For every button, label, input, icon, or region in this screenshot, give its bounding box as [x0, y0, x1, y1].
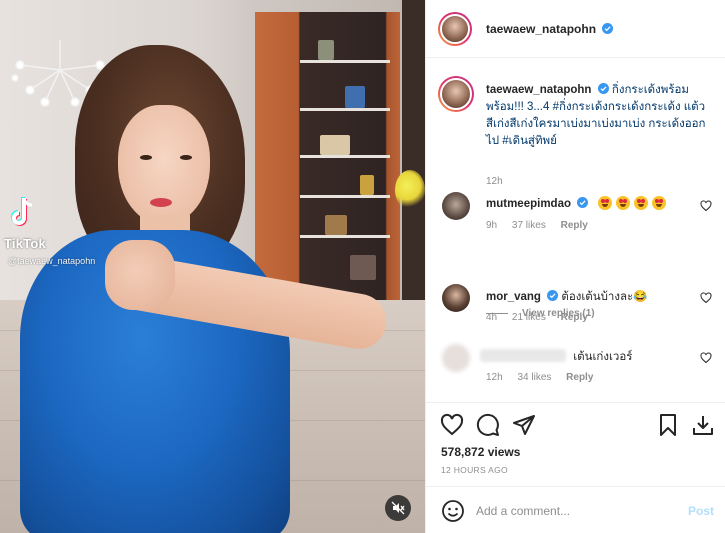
author-username[interactable]: taewaew_natapohn: [486, 22, 614, 36]
commenter-avatar[interactable]: [442, 192, 470, 220]
verified-badge-icon: [577, 197, 589, 208]
shelf-ornament: [345, 86, 365, 108]
comment-text: mor_vang ต้องเต้นบ้างละ😂: [486, 288, 648, 306]
post-header: taewaew_natapohn: [426, 0, 725, 58]
comment-username[interactable]: mor_vang: [486, 291, 541, 303]
cabinet-shelf: [300, 155, 390, 158]
post-button[interactable]: Post: [688, 504, 714, 518]
heart-outline-icon[interactable]: [700, 200, 712, 212]
caption-body: taewaew_natapohn กิ่งกระเด้งพร้อม พร้อม!…: [486, 82, 711, 150]
cabinet-shelf: [300, 60, 390, 63]
comment-likes[interactable]: 34 likes: [517, 372, 551, 383]
comment-text: เต้นเก่งเวอร์: [480, 348, 632, 366]
person-hand: [105, 240, 175, 310]
heart-outline-icon[interactable]: [700, 292, 712, 304]
reply-button[interactable]: Reply: [566, 372, 593, 383]
comment-meta: 12h 34 likes Reply: [486, 372, 605, 383]
verified-badge-icon: [547, 290, 559, 301]
comment-meta: 4h 21 likes Reply: [486, 312, 600, 323]
cabinet-shelf: [300, 108, 390, 111]
yellow-flowers: [395, 170, 425, 210]
comment-time: 9h: [486, 220, 498, 231]
commenter-avatar[interactable]: [442, 284, 470, 312]
comment-time: 4h: [486, 312, 498, 323]
author-avatar[interactable]: [438, 11, 472, 46]
shelf-ornament: [360, 175, 374, 195]
comment-likes[interactable]: 37 likes: [512, 220, 546, 231]
view-count[interactable]: 578,872 views: [441, 445, 520, 459]
comment-item: เต้นเก่งเวอร์ 12h 34 likes Reply: [440, 344, 720, 389]
person-lips: [150, 198, 172, 207]
caption-avatar[interactable]: [438, 76, 474, 112]
post-panel: taewaew_natapohn taewaew_natapohn กิ่งกร…: [425, 0, 725, 533]
bookmark-icon[interactable]: [656, 413, 680, 437]
verified-badge-icon: [602, 22, 614, 34]
person-eye: [140, 155, 152, 160]
share-icon[interactable]: [512, 413, 536, 437]
comment-text: mutmeepimdao: [486, 196, 667, 210]
tiktok-handle: @taewaew_natapohn: [8, 256, 96, 266]
heart-outline-icon[interactable]: [700, 352, 712, 364]
comment-meta: 9h 37 likes Reply: [486, 220, 600, 231]
verified-badge-icon: [597, 83, 609, 94]
heart-eyes-emoji-icon: [616, 196, 630, 210]
add-comment-bar: Post: [426, 486, 725, 533]
mute-button[interactable]: [385, 495, 411, 521]
comment-input[interactable]: [476, 497, 676, 525]
cabinet-shelf: [300, 195, 390, 198]
comment-likes[interactable]: 21 likes: [512, 312, 546, 323]
action-bar: 578,872 views 12 HOURS AGO: [426, 402, 725, 486]
blurred-username: [480, 349, 566, 362]
comment-username[interactable]: mutmeepimdao: [486, 198, 571, 210]
shelf-ornament: [318, 40, 334, 60]
comment-item: mor_vang ต้องเต้นบ้างละ😂 4h 21 likes Rep…: [440, 284, 720, 329]
comment-body: ต้องเต้นบ้างละ😂: [561, 291, 648, 303]
shelf-ornament: [325, 215, 347, 235]
heart-eyes-emoji-icon: [652, 196, 667, 210]
comment-item: mutmeepimdao 9h 37 likes Reply: [440, 192, 720, 237]
author-username-text[interactable]: taewaew_natapohn: [486, 22, 596, 36]
tiktok-logo-icon: [11, 197, 33, 226]
person-eye: [180, 155, 192, 160]
tiktok-name: TikTok: [4, 236, 46, 251]
shelf-ornament: [320, 135, 350, 155]
person-face: [118, 105, 210, 225]
reply-button[interactable]: Reply: [561, 312, 588, 323]
download-icon[interactable]: [691, 413, 715, 437]
reply-button[interactable]: Reply: [561, 220, 588, 231]
post-media[interactable]: TikTok @taewaew_natapohn: [0, 0, 425, 533]
dark-door: [402, 0, 425, 300]
cabinet-shelf: [300, 235, 390, 238]
speaker-muted-icon: [391, 501, 405, 515]
comments-list[interactable]: taewaew_natapohn กิ่งกระเด้งพร้อม พร้อม!…: [426, 58, 725, 402]
post-timestamp: 12 HOURS AGO: [441, 465, 508, 475]
heart-eyes-emoji-icon: [634, 196, 649, 210]
comment-time: 12h: [486, 372, 503, 383]
caption-time: 12h: [486, 176, 503, 187]
shelf-ornament: [350, 255, 376, 280]
comment-body: เต้นเก่งเวอร์: [573, 351, 633, 363]
emoji-smile-icon[interactable]: [441, 499, 465, 523]
commenter-avatar-blurred[interactable]: [442, 344, 470, 372]
heart-eyes-emoji-icon: [597, 196, 612, 210]
comment-icon[interactable]: [476, 413, 500, 437]
caption-username[interactable]: taewaew_natapohn: [486, 84, 591, 96]
heart-icon[interactable]: [440, 413, 464, 437]
